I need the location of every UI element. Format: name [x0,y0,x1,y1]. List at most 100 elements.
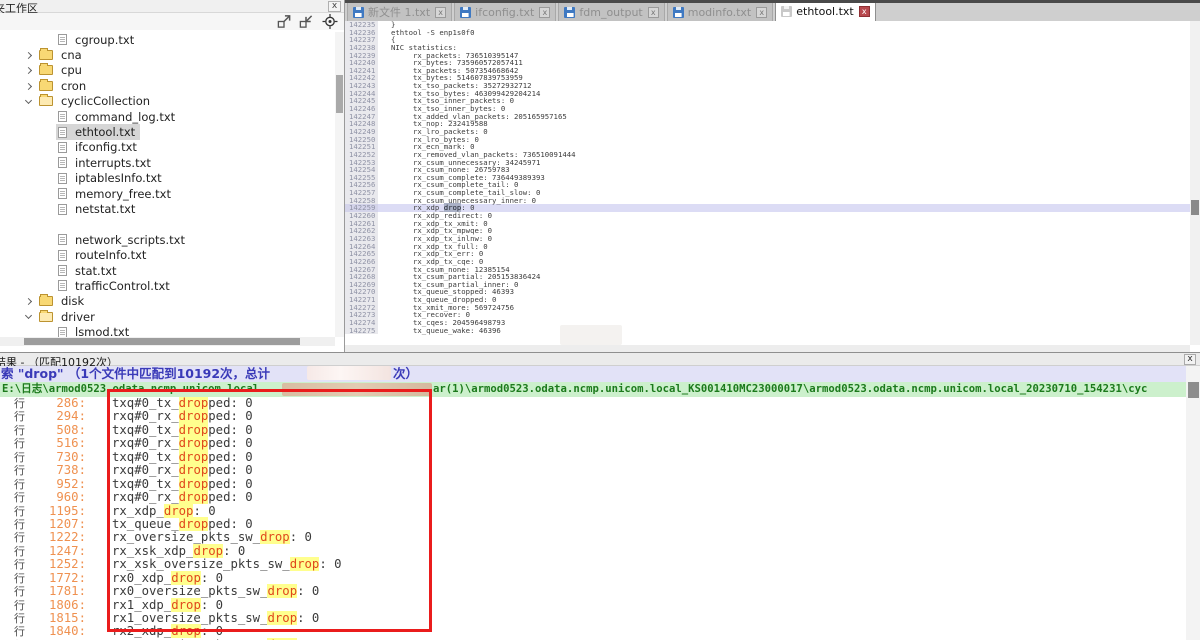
row-line-number: 730: [28,451,86,464]
result-row[interactable]: 行1222:rx_oversize_pkts_sw_drop: 0 [0,531,1186,544]
editor-vertical-scrollbar[interactable] [1190,21,1200,345]
chevron-down-icon[interactable] [25,97,32,104]
tree-item-ethtool.txt[interactable]: ethtool.txt [0,124,336,139]
tree-item-stat.txt[interactable]: stat.txt [0,263,336,278]
result-row[interactable]: 行286:txq#0_tx_dropped: 0 [0,397,1186,410]
collapse-all-icon[interactable] [298,14,314,29]
match-highlight: drop [179,463,209,477]
search-summary-line[interactable]: 索 "drop" （1个文件中匹配到10192次，总计 次） [0,366,1186,382]
result-row[interactable]: 行1247:rx_xsk_xdp_drop: 0 [0,545,1186,558]
expand-all-icon[interactable] [276,14,292,29]
chevron-right-icon[interactable] [25,67,32,74]
scrollbar-thumb[interactable] [336,75,343,113]
result-row[interactable]: 行1252:rx_xsk_oversize_pkts_sw_drop: 0 [0,558,1186,571]
results-titlebar: 结果 - （匹配10192次） x [0,352,1200,366]
tree-item-cna[interactable]: cna [0,47,336,62]
chevron-right-icon[interactable] [25,52,32,59]
chevron-right-icon[interactable] [25,83,32,90]
tab-新文件 1.txt[interactable]: 新文件 1.txtx [347,2,452,21]
result-row[interactable]: 行1815:rx1_oversize_pkts_sw_drop: 0 [0,612,1186,625]
result-row[interactable]: 行960:rxq#0_rx_dropped: 0 [0,491,1186,504]
result-row[interactable]: 行1195:rx_xdp_drop: 0 [0,505,1186,518]
match-highlight: drop [179,490,209,504]
tree-item-cgroup.txt[interactable]: cgroup.txt [0,32,336,47]
result-row[interactable]: 行730:txq#0_tx_dropped: 0 [0,451,1186,464]
tree-item-cron[interactable]: cron [0,78,336,93]
row-line-number: 516: [28,437,86,450]
row-match-text: rxq#0_rx_dropped: 0 [112,491,253,504]
tree-item-cpu[interactable]: cpu [0,63,336,78]
tree-item-trafficControl.txt[interactable]: trafficControl.txt [0,278,336,293]
folder-icon [39,312,53,322]
result-row[interactable]: 行1207:tx_queue_dropped: 0 [0,518,1186,531]
editor-panel: 新文件 1.txtxifconfig.txtxfdm_outputxmodinf… [345,0,1200,352]
tree-item-content: interrupts.txt [56,155,156,171]
result-row[interactable]: 行1781:rx0_oversize_pkts_sw_drop: 0 [0,585,1186,598]
tree-item-cyclicCollection[interactable]: cyclicCollection [0,94,336,109]
row-line-number: 1207: [28,518,86,531]
row-match-text: rx_oversize_pkts_sw_drop: 0 [112,531,312,544]
tree-vertical-scrollbar[interactable] [335,32,344,337]
folder-icon [39,50,53,60]
file-icon [58,188,67,199]
result-row[interactable]: 行1772:rx0_xdp_drop: 0 [0,572,1186,585]
tree-item-label: interrupts.txt [72,156,154,170]
row-match-text: rx1_xdp_drop: 0 [112,599,223,612]
text-editor[interactable]: 142235}142236ethtool -S enp1s0f0142237{1… [345,21,1190,345]
tree-item-command_log.txt[interactable]: command_log.txt [0,109,336,124]
tab-modinfo.txt[interactable]: modinfo.txtx [667,2,774,21]
chevron-down-icon[interactable] [25,312,32,319]
row-line-label: 行 [14,491,28,504]
result-row[interactable]: 行1806:rx1_xdp_drop: 0 [0,599,1186,612]
tab-close-icon[interactable]: x [435,7,446,18]
file-icon [58,265,67,276]
row-line-number: 1840: [28,625,86,638]
tab-fdm_output[interactable]: fdm_outputx [558,2,664,21]
results-vertical-scrollbar[interactable] [1186,366,1200,640]
chevron-right-icon[interactable] [25,298,32,305]
row-line-number: 508: [28,424,86,437]
tree-item-memory_free.txt[interactable]: memory_free.txt [0,186,336,201]
result-file-path-line[interactable]: E:\日志\armod0523.odata.ncmp.unicom.local … [0,382,1186,397]
tree-item-disk[interactable]: disk [0,294,336,309]
result-row[interactable]: 行294:rxq#0_rx_dropped: 0 [0,410,1186,423]
results-close-icon[interactable]: x [1184,354,1196,365]
locate-file-icon[interactable] [322,14,338,29]
row-line-number: 1222: [28,531,86,544]
tab-close-icon[interactable]: x [859,6,870,17]
tab-close-icon[interactable]: x [539,7,550,18]
result-row[interactable]: 行738:rxq#0_rx_dropped: 0 [0,464,1186,477]
tab-bar: 新文件 1.txtxifconfig.txtxfdm_outputxmodinf… [345,0,1200,21]
match-highlight: drop [193,544,223,558]
row-line-label: 行 [14,585,28,598]
tab-close-icon[interactable]: x [648,7,659,18]
tab-ifconfig.txt[interactable]: ifconfig.txtx [454,2,556,21]
workspace-close-icon[interactable]: x [328,1,341,12]
tree-item-driver[interactable]: driver [0,309,336,324]
tree-item-ifconfig.txt[interactable]: ifconfig.txt [0,140,336,155]
scrollbar-thumb[interactable] [1188,382,1199,398]
result-row[interactable]: 行952:txq#0_tx_dropped: 0 [0,478,1186,491]
tree-item-lsmod.txt[interactable]: lsmod.txt [0,324,336,337]
editor-horizontal-scrollbar[interactable] [345,345,1190,352]
tree-item-content: cgroup.txt [56,32,139,48]
tree-item-interrupts.txt[interactable]: interrupts.txt [0,155,336,170]
result-row[interactable]: 行508:txq#0_tx_dropped: 0 [0,424,1186,437]
match-highlight: drop [267,611,297,625]
match-highlight: drop [267,584,297,598]
tree-item-routeInfo.txt[interactable]: routeInfo.txt [0,247,336,262]
tree-item-content: cron [37,78,91,94]
result-row[interactable]: 行516:rxq#0_rx_dropped: 0 [0,437,1186,450]
tree-item-iptablesInfo.txt[interactable]: iptablesInfo.txt [0,171,336,186]
tree-item-label: network_scripts.txt [72,233,188,247]
result-row[interactable]: 行1840:rx2_xdp_drop: 0 [0,625,1186,638]
tree-item-netstat.txt[interactable]: netstat.txt [0,201,336,216]
tab-ethtool.txt[interactable]: ethtool.txtx [775,0,876,21]
tree-item-network_scripts.txt[interactable]: network_scripts.txt [0,232,336,247]
tab-close-icon[interactable]: x [756,7,767,18]
tree-horizontal-scrollbar[interactable] [0,337,335,346]
scrollbar-thumb[interactable] [24,338,300,345]
file-icon [58,111,67,122]
row-line-label: 行 [14,397,28,410]
scrollbar-thumb[interactable] [1191,200,1199,215]
